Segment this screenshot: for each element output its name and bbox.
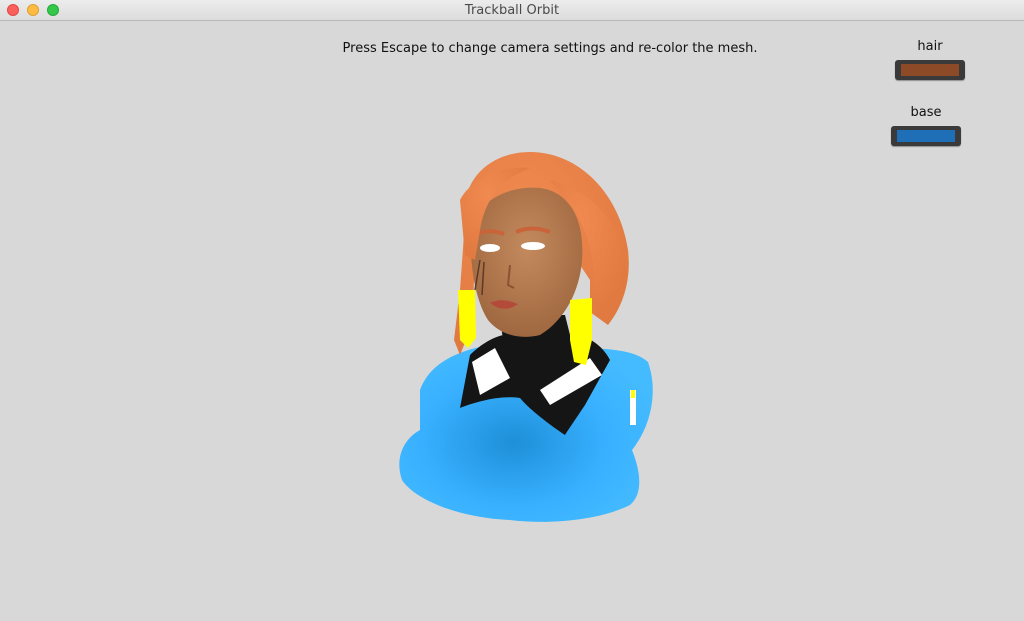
base-color-label: base: [910, 105, 942, 120]
hair-color-swatch: [901, 64, 959, 76]
window-title: Trackball Orbit: [464, 3, 560, 18]
character-model: [399, 152, 653, 522]
instruction-text: Press Escape to change camera settings a…: [342, 41, 758, 56]
base-color-control: base: [886, 105, 966, 146]
app-window: Trackball Orbit Press Escape to change c…: [0, 0, 1024, 621]
hair-color-control: hair: [890, 39, 970, 80]
3d-viewport[interactable]: [380, 140, 670, 540]
base-color-button[interactable]: [891, 126, 961, 146]
eye-left: [480, 244, 500, 252]
face-mesh: [470, 187, 583, 337]
base-color-swatch: [897, 130, 955, 142]
shoulder-accent: [631, 390, 635, 398]
hair-color-button[interactable]: [895, 60, 965, 80]
title-bar[interactable]: Trackball Orbit: [0, 0, 1024, 21]
earring-left: [458, 290, 476, 348]
eye-right: [521, 242, 545, 250]
hair-color-label: hair: [917, 39, 943, 54]
